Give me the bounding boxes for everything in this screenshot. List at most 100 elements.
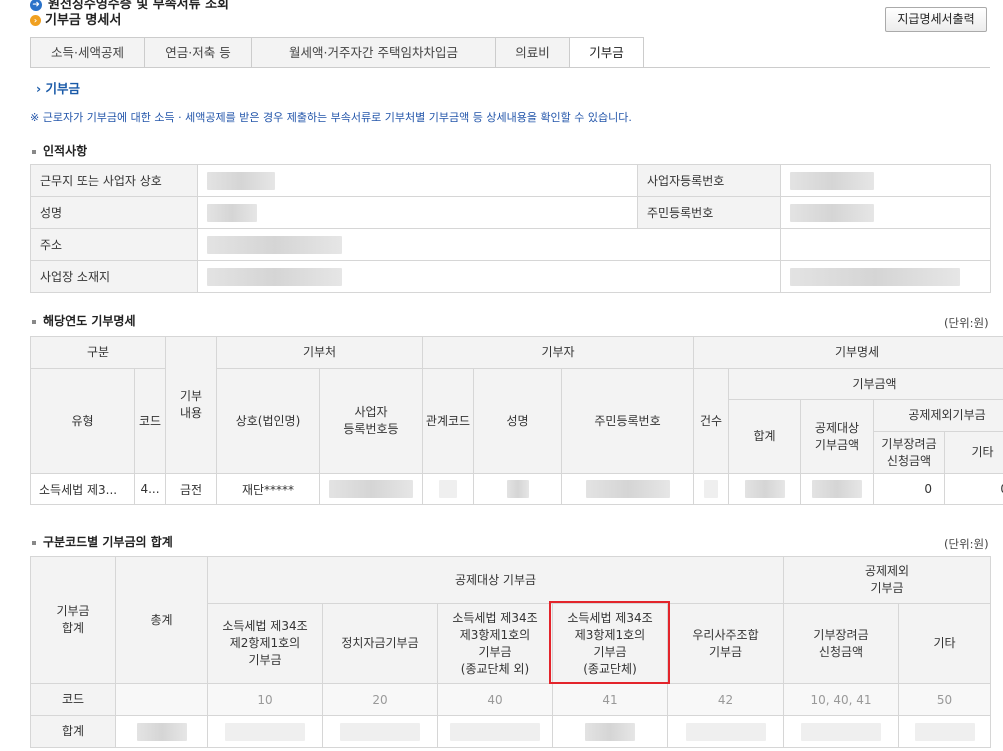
- tab-medical[interactable]: 의료비: [495, 37, 569, 68]
- masked-value: [207, 171, 275, 190]
- donation-detail-heading: 해당연도 기부명세: [30, 312, 136, 329]
- masked-value: [790, 203, 874, 222]
- header-art34-3-1-nonreligious: 소득세법 제34조 제3항제1호의 기부금 (종교단체 외): [437, 603, 553, 684]
- sum-cell: [322, 715, 438, 748]
- value-name: [197, 196, 638, 229]
- cell-count: [693, 473, 730, 505]
- header-grand-total: 총계: [115, 556, 208, 684]
- donation-detail-table: 구분 기부 내용 기부처 기부자 기부명세 유형 코드 상호(법인명) 사업자 …: [30, 336, 1003, 505]
- cell-code: 4...: [134, 473, 166, 505]
- table-row: 소득세법 제3... 4... 금전 재단***** 0 0: [30, 473, 1003, 505]
- header-donor-resident-no: 주민등록번호: [560, 368, 695, 474]
- masked-value: [585, 480, 670, 498]
- tab-monthly-rent[interactable]: 월세액·거주자간 주택임차차입금: [251, 37, 495, 68]
- personal-info-table: 근무지 또는 사업자 상호 사업자등록번호 성명 주민등록번호 주소 사업장 소…: [30, 164, 991, 293]
- header-excluded: 공제제외 기부금: [783, 556, 992, 604]
- label-company: 근무지 또는 사업자 상호: [30, 164, 198, 197]
- sum-cell: [437, 715, 553, 748]
- label-biz-address: 사업장 소재지: [30, 260, 198, 293]
- sum-cell: [115, 715, 208, 748]
- cell-donor-name: [473, 473, 562, 505]
- tab-income-deduction[interactable]: 소득·세액공제: [30, 37, 144, 68]
- tab-divider: [30, 67, 990, 68]
- highlight-box: [549, 601, 670, 684]
- masked-value: [812, 480, 863, 498]
- header-other: 기타: [898, 603, 992, 684]
- masked-value: [585, 722, 635, 741]
- value-company: [197, 164, 638, 197]
- header-content: 기부 내용: [165, 336, 217, 474]
- masked-value: [914, 722, 975, 741]
- header-code: 코드: [134, 368, 166, 474]
- sum-cell: [207, 715, 323, 748]
- code-cell: 50: [898, 683, 992, 716]
- masked-value: [136, 722, 187, 741]
- summary-heading: 구분코드별 기부금의 합계: [30, 533, 173, 550]
- header-esop: 우리사주조합 기부금: [666, 603, 785, 684]
- code-cell: 10, 40, 41: [783, 683, 900, 716]
- header-relation-code: 관계코드: [422, 368, 474, 474]
- header-scholarship: 기부장려금 신청금액: [873, 431, 946, 474]
- masked-value: [207, 267, 342, 286]
- label-name: 성명: [30, 196, 198, 229]
- code-cell: 40: [437, 683, 553, 716]
- cell-relation-code: [422, 473, 474, 505]
- notice-text: ※ 근로자가 기부금에 대한 소득 · 세액공제를 받은 경우 제출하는 부속서…: [30, 111, 632, 124]
- masked-value: [439, 480, 457, 498]
- row-label-sum: 합계: [30, 715, 116, 748]
- header-donor-name: 성명: [473, 368, 562, 474]
- cell-recipient-name: 재단*****: [216, 473, 320, 505]
- tab-pension-savings[interactable]: 연금·저축 등: [144, 37, 251, 68]
- code-cell: 42: [666, 683, 785, 716]
- chevron-circle-icon: ›: [30, 15, 41, 26]
- unit-label: (단위:원): [944, 537, 989, 551]
- masked-value: [329, 480, 413, 498]
- header-excluded: 공제제외기부금: [873, 399, 1003, 432]
- header-amount: 기부금액: [728, 368, 1003, 400]
- tab-donation[interactable]: 기부금: [569, 37, 644, 68]
- print-statement-button[interactable]: 지급명세서출력: [885, 7, 987, 32]
- header-donor: 기부자: [421, 336, 695, 369]
- cell-scholarship: 0: [873, 473, 946, 505]
- masked-value: [685, 722, 766, 741]
- sum-row: 합계: [30, 715, 992, 748]
- value-address-extra: [780, 228, 991, 261]
- header-art34-2-1: 소득세법 제34조 제2항제1호의 기부금: [207, 603, 323, 684]
- header-scholarship: 기부장려금 신청금액: [783, 603, 900, 684]
- code-cell: 20: [322, 683, 438, 716]
- header-recipient-name: 상호(법인명): [216, 368, 320, 474]
- masked-value: [801, 722, 882, 741]
- summary-table: 기부금 합계 총계 공제대상 기부금 공제제외 기부금 소득세법 제34조 제2…: [30, 556, 992, 748]
- header-deductible: 공제대상 기부금: [206, 556, 785, 604]
- sum-cell: [666, 715, 785, 748]
- masked-value: [207, 235, 342, 254]
- header-type: 유형: [30, 368, 135, 474]
- code-row: 코드 10 20 40 41 42 10, 40, 41 50: [30, 683, 992, 716]
- cell-recipient-biz-no: [319, 473, 423, 505]
- cell-type: 소득세법 제3...: [30, 473, 135, 505]
- value-biz-no: [780, 164, 991, 197]
- value-address: [197, 228, 781, 261]
- value-biz-address-extra: [780, 260, 991, 293]
- page-subtitle: › 기부금 명세서: [30, 9, 121, 28]
- section-title: › 기부금: [36, 81, 81, 96]
- label-biz-no: 사업자등록번호: [637, 164, 781, 197]
- cell-total: [728, 473, 802, 505]
- sum-cell: [552, 715, 668, 748]
- sum-cell: [898, 715, 992, 748]
- header-detail: 기부명세: [693, 336, 1003, 369]
- header-other: 기타: [944, 431, 1003, 474]
- value-resident-no: [780, 196, 991, 229]
- masked-value: [506, 480, 529, 498]
- masked-value: [744, 480, 785, 498]
- masked-value: [704, 480, 719, 498]
- cell-deductible: [800, 473, 875, 505]
- label-resident-no: 주민등록번호: [637, 196, 781, 229]
- header-count: 건수: [693, 368, 730, 474]
- masked-value: [790, 171, 874, 190]
- value-biz-address: [197, 260, 781, 293]
- header-recipient-biz-no: 사업자 등록번호등: [319, 368, 423, 474]
- header-political: 정치자금기부금: [322, 603, 438, 684]
- masked-value: [450, 722, 540, 741]
- masked-value: [790, 267, 960, 286]
